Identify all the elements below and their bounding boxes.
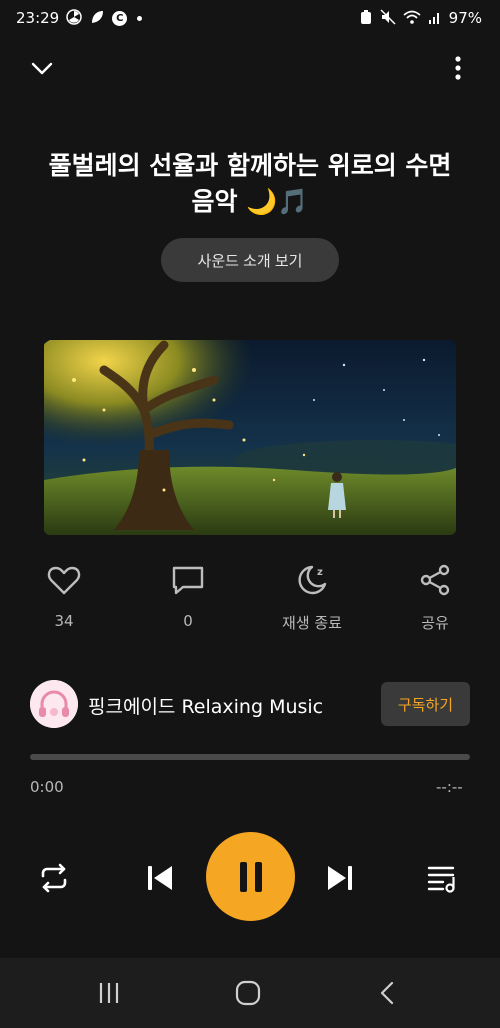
channel-name[interactable]: 핑크에이드 Relaxing Music [88,692,323,719]
back-icon [380,981,394,1005]
album-artwork [44,340,456,535]
wifi-icon [403,10,421,27]
heart-icon [47,566,81,595]
sound-intro-button[interactable]: 사운드 소개 보기 [161,238,339,282]
playback-controls [0,832,500,924]
subscribe-button[interactable]: 구독하기 [381,682,470,726]
channel-row: 핑크에이드 Relaxing Music 구독하기 [0,678,500,730]
mute-icon [380,8,396,28]
total-time: --:-- [436,778,463,796]
repeat-icon [41,863,67,893]
fan-icon [66,8,82,28]
status-right: 97% [359,8,482,28]
sleep-timer-button[interactable]: z 재생 종료 [262,562,362,634]
share-label: 공유 [421,614,449,632]
like-button[interactable]: 34 [14,562,114,634]
channel-avatar[interactable] [30,680,78,728]
back-button[interactable] [368,978,408,1008]
home-button[interactable] [228,978,268,1008]
share-button[interactable]: 공유 [385,562,485,634]
headphones-logo-icon [30,680,78,728]
like-count: 34 [54,612,74,630]
chevron-down-icon [31,62,53,75]
pause-icon [239,861,262,892]
dot-icon [137,15,143,21]
queue-button[interactable] [422,858,462,898]
status-time: 23:29 [16,9,60,27]
signal-icon [428,10,442,27]
collapse-button[interactable] [28,54,56,82]
player-top-bar [0,48,500,88]
comment-count: 0 [183,612,193,630]
track-title: 풀벌레의 선율과 함께하는 위로의 수면음악 🌙🎵 [48,151,452,216]
comment-icon [172,566,204,595]
moon-sleep-icon: z [298,565,327,595]
recent-apps-button[interactable] [89,978,129,1008]
system-nav-bar [0,958,500,1028]
status-left: 23:29 C [16,8,143,28]
repeat-button[interactable] [34,858,74,898]
next-button[interactable] [320,858,360,898]
share-icon [420,564,450,596]
more-options-button[interactable] [444,52,472,84]
playlist-icon [427,866,455,893]
recycle-icon [359,9,373,28]
skip-previous-icon [148,866,172,890]
status-bar: 23:29 C 97% [0,0,500,36]
leaf-icon [89,9,105,28]
recent-apps-icon [99,983,119,1003]
skip-next-icon [328,866,352,890]
pause-button[interactable] [206,832,295,921]
svg-text:z: z [317,567,323,578]
home-icon [235,980,261,1006]
comment-button[interactable]: 0 [138,562,238,634]
current-time: 0:00 [30,778,64,796]
more-vertical-icon [455,56,461,80]
action-row: 34 0 z 재생 종료 공유 [0,562,500,634]
sleep-timer-label: 재생 종료 [282,614,342,632]
c-circle-icon: C [112,10,128,26]
previous-button[interactable] [140,858,180,898]
battery-percent: 97% [448,9,482,27]
progress-bar[interactable] [30,754,470,760]
